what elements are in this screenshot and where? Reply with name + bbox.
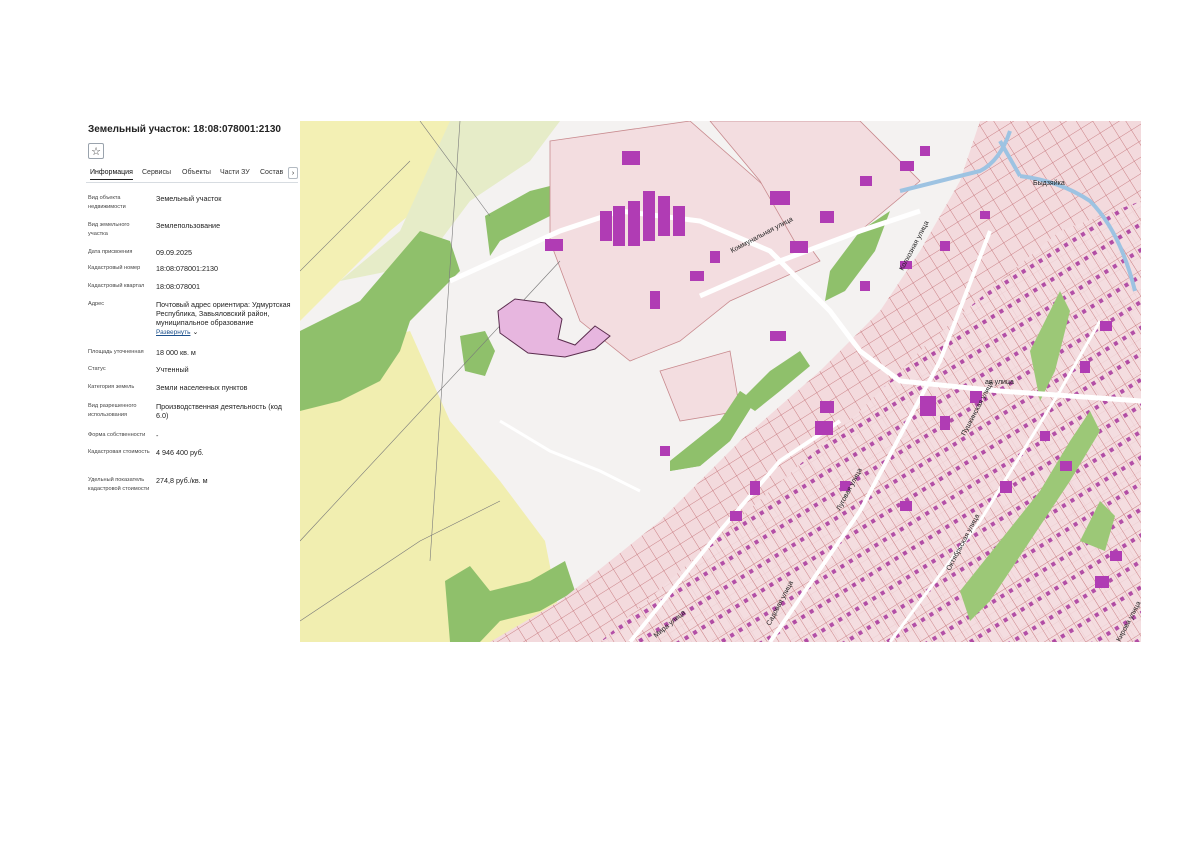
tab-composition[interactable]: Состав: [260, 169, 283, 176]
tab-parts[interactable]: Части ЗУ: [220, 169, 250, 176]
field-value: -: [156, 431, 159, 440]
field-label: Категория земель: [88, 384, 135, 390]
field-label: Кадастровая стоимость: [88, 449, 150, 455]
tab-objects[interactable]: Объекты: [182, 169, 211, 176]
field-label: Дата присвоения: [88, 249, 133, 255]
field-label: Статус: [88, 366, 106, 372]
address-text: Почтовый адрес ориентира: Удмуртская Рес…: [156, 300, 291, 327]
page-title: Земельный участок: 18:08:078001:2130: [88, 124, 281, 135]
field-value: 18:08:078001:2130: [156, 264, 218, 273]
tab-bar: Информация Сервисы Объекты Части ЗУ Сост…: [86, 166, 298, 183]
field-value: Учтенный: [156, 365, 189, 374]
field-label: Адрес: [88, 301, 105, 307]
field-label: Вид объекта недвижимости: [88, 195, 126, 210]
chevron-right-icon: ›: [291, 169, 295, 177]
field-value: Земли населенных пунктов: [156, 383, 248, 392]
field-label: Вид земельного участка: [88, 222, 130, 237]
field-value: 4 946 400 руб.: [156, 448, 204, 457]
tabs-next-button[interactable]: ›: [288, 167, 298, 179]
field-label: Форма собственности: [88, 432, 146, 438]
info-panel: Земельный участок: 18:08:078001:2130 ☆ И…: [86, 118, 298, 518]
street-label: Быдзяйка: [1033, 179, 1065, 187]
field-label: Кадастровый номер: [88, 265, 141, 271]
chevron-down-icon[interactable]: ⌄: [192, 329, 198, 336]
map-canvas[interactable]: Коммунальная улица Колхозная улица ая ул…: [300, 121, 1141, 642]
field-value: Земельный участок: [156, 194, 222, 203]
field-value: 274,8 руб./кв. м: [156, 476, 208, 485]
field-value: Почтовый адрес ориентира: Удмуртская Рес…: [156, 300, 296, 337]
field-value: Производственная деятельность (код 6.0): [156, 402, 282, 420]
field-label: Кадастровый квартал: [88, 283, 145, 289]
field-label: Удельный показатель кадастровой стоимост…: [88, 477, 150, 492]
field-value: 09.09.2025: [156, 248, 192, 257]
star-icon: ☆: [91, 145, 101, 158]
field-value: 18:08:078001: [156, 282, 200, 291]
field-value: Землепользование: [156, 221, 221, 230]
favorite-button[interactable]: ☆: [88, 143, 104, 159]
field-value: 18 000 кв. м: [156, 348, 196, 357]
cadastral-map[interactable]: Коммунальная улица Колхозная улица ая ул…: [300, 121, 1141, 642]
expand-link[interactable]: Развернуть: [156, 329, 190, 336]
tab-services[interactable]: Сервисы: [142, 169, 171, 176]
field-label: Площадь уточненная: [88, 349, 144, 355]
tab-info[interactable]: Информация: [90, 169, 133, 180]
field-label: Вид разрешенного использования: [88, 403, 137, 418]
